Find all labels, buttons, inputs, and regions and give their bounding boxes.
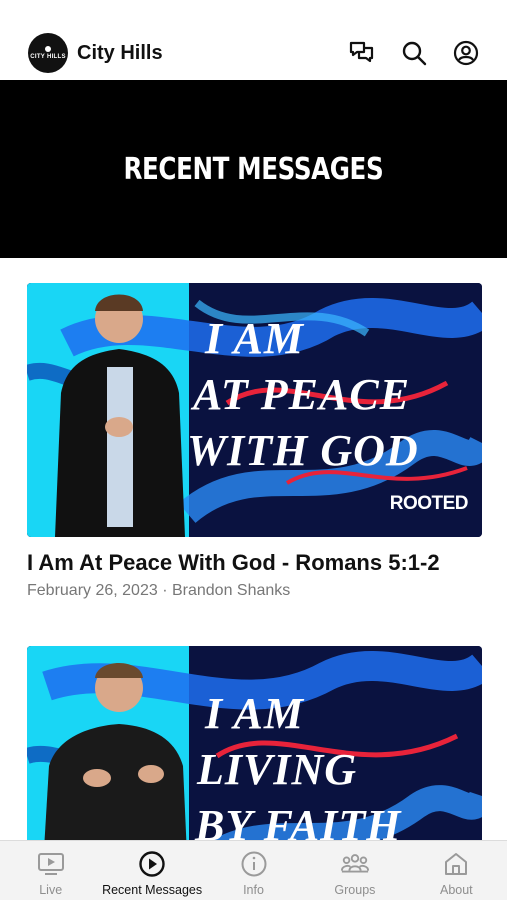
logo-text: CITY HILLS — [30, 54, 66, 60]
tab-label: About — [439, 883, 473, 897]
tv-play-icon — [36, 849, 66, 879]
play-circle-icon — [137, 849, 167, 879]
artwork-title-line-3: WITH GOD — [187, 426, 419, 475]
status-bar — [0, 0, 507, 26]
tab-about[interactable]: About — [406, 841, 507, 900]
groups-icon — [340, 849, 370, 879]
info-icon — [239, 849, 269, 879]
app-header: CITY HILLS City Hills — [0, 26, 507, 80]
tab-label: Recent Messages — [102, 883, 203, 897]
app-title: City Hills — [77, 41, 163, 64]
city-hills-logo[interactable]: CITY HILLS — [28, 33, 68, 73]
message-meta: February 26, 2023 · Brandon Shanks — [27, 582, 291, 599]
tab-recent-messages[interactable]: Recent Messages — [101, 841, 202, 900]
message-thumbnail[interactable]: I AM AT PEACE WITH GOD ROOTED — [27, 283, 482, 537]
tab-info[interactable]: Info — [203, 841, 304, 900]
artwork-title-line-1: I AM — [205, 314, 304, 363]
header-actions — [349, 40, 479, 66]
page-title: RECENT MESSAGES — [123, 151, 384, 187]
home-icon — [441, 849, 471, 879]
page-banner: RECENT MESSAGES — [0, 80, 507, 258]
tab-groups[interactable]: Groups — [304, 841, 405, 900]
tab-label: Info — [243, 883, 264, 897]
tab-label: Groups — [334, 883, 376, 897]
tab-live[interactable]: Live — [0, 841, 101, 900]
message-card[interactable]: I AM AT PEACE WITH GOD ROOTED I Am At Pe… — [27, 283, 482, 600]
account-icon[interactable] — [453, 40, 479, 66]
tab-label: Live — [39, 883, 63, 897]
search-icon[interactable] — [401, 40, 427, 66]
artwork-title-line-1: I AM — [205, 689, 304, 738]
logo-mark — [45, 46, 51, 52]
message-title[interactable]: I Am At Peace With God - Romans 5:1-2 — [27, 549, 457, 576]
chat-icon[interactable] — [349, 40, 375, 66]
artwork-title-line-2: AT PEACE — [193, 370, 411, 419]
bottom-tab-bar: Live Recent Messages Info Groups About — [0, 840, 507, 900]
artwork-title-line-2: LIVING — [197, 745, 358, 794]
series-logo: ROOTED — [389, 493, 469, 514]
